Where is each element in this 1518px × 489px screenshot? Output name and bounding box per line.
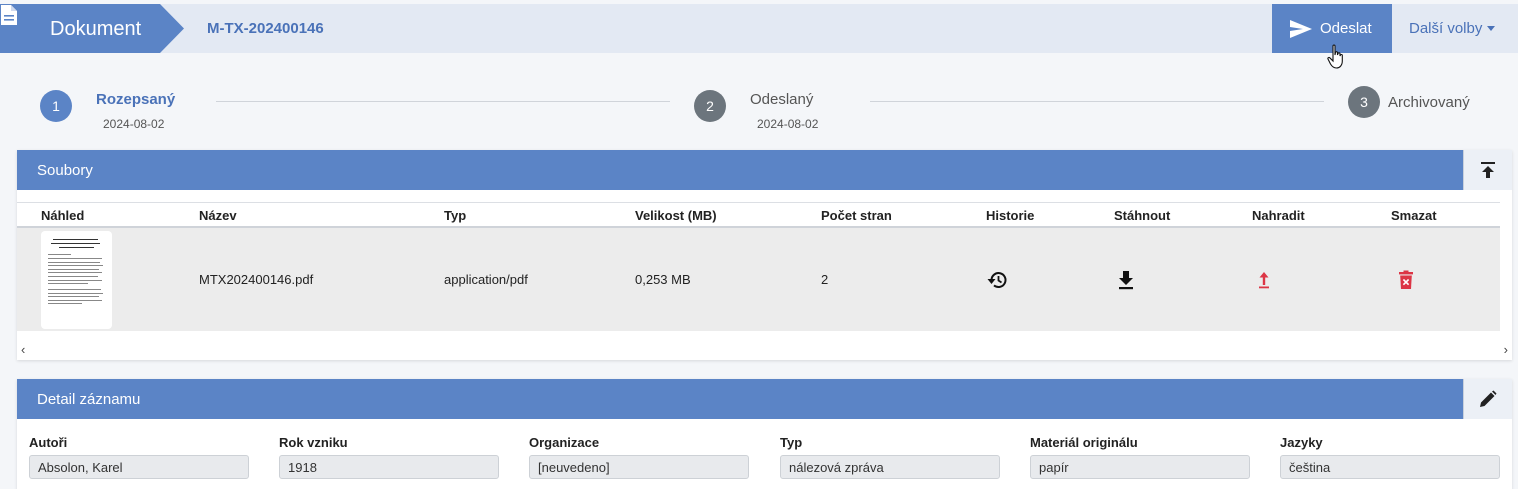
download-icon[interactable]: [1117, 270, 1135, 290]
send-button-label: Odeslat: [1320, 20, 1372, 37]
languages-field[interactable]: [1280, 455, 1500, 479]
step-connector: [870, 101, 1324, 102]
step-2-date: 2024-08-02: [757, 117, 819, 131]
year-field[interactable]: [279, 455, 499, 479]
detail-panel-header: Detail záznamu: [17, 379, 1512, 419]
document-label: Dokument: [50, 18, 142, 40]
file-preview-thumbnail[interactable]: [41, 231, 112, 329]
col-header-replace: Nahradit: [1252, 208, 1305, 223]
files-panel-header: Soubory: [17, 150, 1512, 190]
collapse-button[interactable]: [1463, 150, 1512, 190]
files-panel: Soubory Náhled Název Typ Velikost (MB) P…: [17, 150, 1512, 360]
table-header: Náhled Název Typ Velikost (MB) Počet str…: [17, 202, 1500, 228]
step-2-circle: 2: [694, 90, 726, 122]
field-label: Rok vzniku: [279, 435, 348, 450]
field-label: Typ: [780, 435, 803, 450]
authors-field[interactable]: [29, 455, 249, 479]
top-bar: Dokument M-TX-202400146 Odeslat Další vo…: [0, 4, 1518, 53]
organization-field[interactable]: [529, 455, 749, 479]
upload-arrow-icon[interactable]: [1258, 270, 1270, 290]
col-header-history: Historie: [986, 208, 1035, 223]
field-authors: Autoři: [29, 435, 249, 479]
col-header-preview: Náhled: [41, 208, 85, 223]
file-type: application/pdf: [444, 272, 528, 287]
horizontal-scrollbar[interactable]: ‹ ›: [17, 342, 1512, 358]
scroll-left-arrow[interactable]: ‹: [21, 342, 25, 357]
col-header-name: Název: [199, 208, 237, 223]
col-header-delete: Smazat: [1391, 208, 1437, 223]
step-2-label: Odeslaný: [750, 91, 814, 108]
type-field[interactable]: [780, 455, 1000, 479]
detail-panel: Detail záznamu Autoři Rok vzniku Organiz…: [17, 379, 1512, 489]
more-options-label: Další volby: [1409, 20, 1483, 37]
history-icon[interactable]: [986, 270, 1008, 290]
col-header-size: Velikost (MB): [635, 208, 717, 223]
file-name: MTX202400146.pdf: [199, 272, 314, 287]
step-connector: [216, 101, 670, 102]
field-organization: Organizace: [529, 435, 749, 479]
detail-panel-title: Detail záznamu: [37, 390, 141, 408]
step-1-date: 2024-08-02: [103, 117, 165, 131]
step-1-label: Rozepsaný: [96, 91, 176, 108]
table-row: MTX202400146.pdf application/pdf 0,253 M…: [17, 228, 1500, 331]
step-3-circle: 3: [1348, 86, 1380, 118]
field-material: Materiál originálu: [1030, 435, 1250, 479]
field-label: Organizace: [529, 435, 600, 450]
col-header-type: Typ: [444, 208, 467, 223]
step-1-circle: 1: [40, 90, 72, 122]
file-size: 0,253 MB: [635, 272, 691, 287]
field-label: Materiál originálu: [1030, 435, 1138, 450]
col-header-download: Stáhnout: [1114, 208, 1171, 223]
collapse-top-icon: [1481, 162, 1495, 178]
hand-cursor-icon: [1327, 44, 1343, 69]
file-page-count: 2: [821, 272, 829, 287]
more-options-dropdown[interactable]: Další volby: [1400, 4, 1496, 53]
material-field[interactable]: [1030, 455, 1250, 479]
send-icon: [1290, 19, 1312, 38]
trash-icon[interactable]: [1398, 270, 1414, 290]
edit-button[interactable]: [1463, 379, 1512, 419]
field-label: Jazyky: [1280, 435, 1323, 450]
caret-down-icon: [1487, 26, 1496, 31]
files-table: Náhled Název Typ Velikost (MB) Počet str…: [17, 202, 1500, 331]
field-label: Autoři: [29, 435, 68, 450]
scroll-right-arrow[interactable]: ›: [1504, 342, 1508, 357]
pencil-icon: [1480, 390, 1497, 407]
step-3-label: Archivovaný: [1388, 94, 1470, 111]
document-id: M-TX-202400146: [207, 20, 324, 37]
field-languages: Jazyky: [1280, 435, 1500, 479]
col-header-pages: Počet stran: [821, 208, 892, 223]
files-panel-title: Soubory: [37, 161, 93, 179]
document-tab: Dokument: [0, 4, 184, 53]
document-icon: [1, 5, 17, 25]
field-year: Rok vzniku: [279, 435, 499, 479]
field-type: Typ: [780, 435, 1000, 479]
